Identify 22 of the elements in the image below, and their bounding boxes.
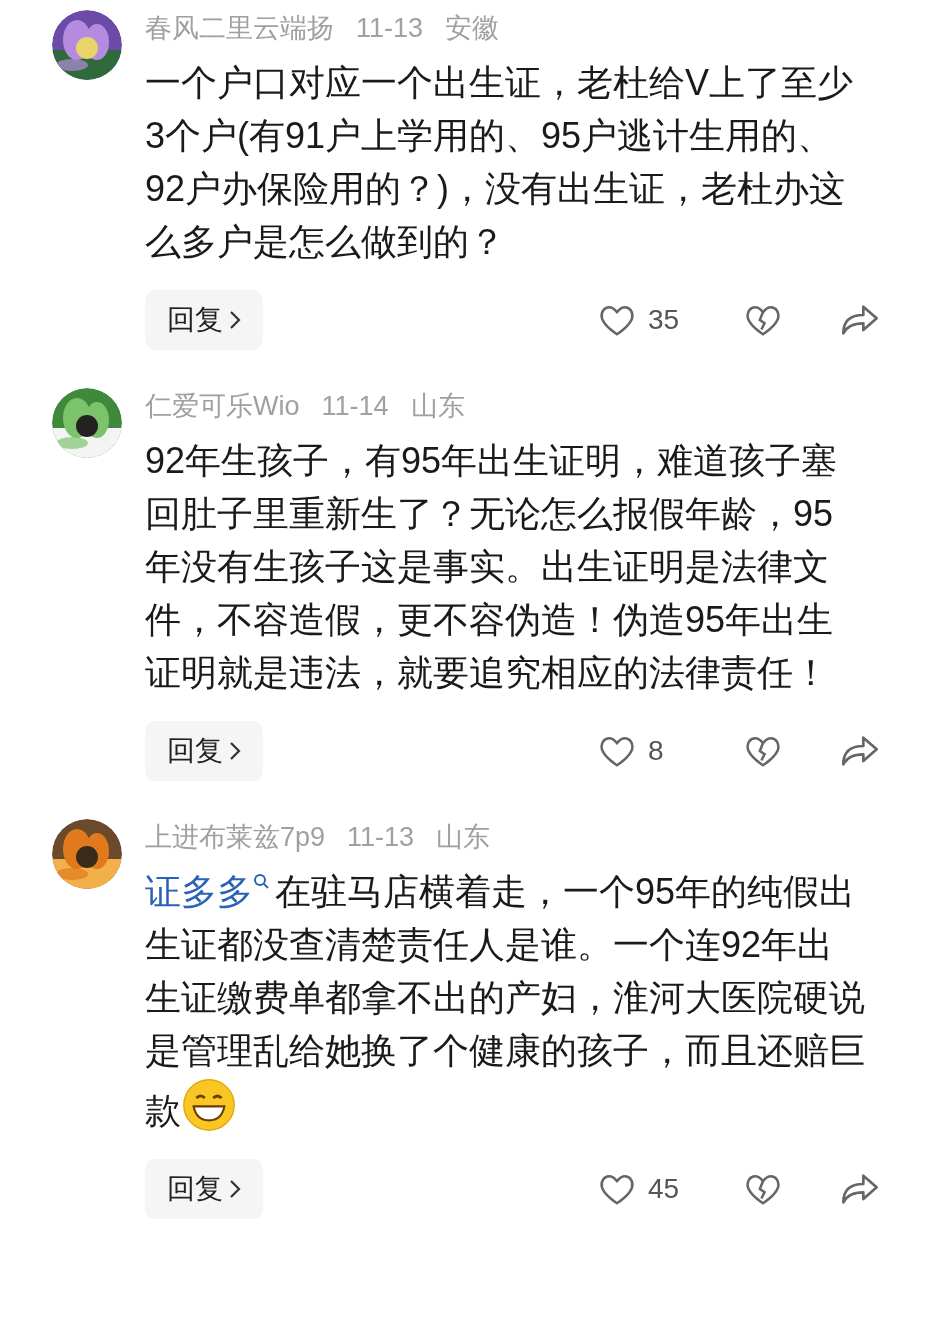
comment-text: 92年生孩子，有95年出生证明，难道孩子塞回肚子里重新生了？无论怎么报假年龄，95年没有生孩子这是事实。出生证明是法律文件，不容造假，更不容伪造！伪造95年出生证明就是违法，就要追究相应的法律责任！ xyxy=(145,439,839,695)
chevron-icon xyxy=(229,741,241,761)
comment-region: 山东 xyxy=(436,821,491,854)
comment-date: 11-13 xyxy=(356,12,424,45)
reply-button[interactable]: 回复 xyxy=(145,290,263,350)
like-count: 35 xyxy=(648,303,681,337)
comment-date: 11-13 xyxy=(347,821,415,854)
comment-text: 证多多 在驻马店横着走，一个95年的纯假出生证都没查清楚责任人是谁。一个连92年出生证缴费单都拿不出的产妇，淮河大医院硬说是管理乱给她换了个健康的孩子，而且还赔巨款 xyxy=(145,870,865,1135)
share-icon[interactable] xyxy=(840,734,880,768)
comment-text: 一个户口对应一个出生证，老杜给V上了至少3个户(有91户上学用的、95户逃计生用的、92户办保险用的？)，没有出生证，老杜办这么多户是怎么做到的？ xyxy=(145,61,854,264)
share-icon[interactable] xyxy=(840,1172,880,1206)
reply-button[interactable]: 回复 xyxy=(145,1159,263,1219)
comment-date: 11-14 xyxy=(321,390,389,423)
chevron-icon xyxy=(229,1179,241,1199)
reply-button[interactable]: 回复 xyxy=(145,721,263,781)
like-count: 45 xyxy=(648,1172,681,1206)
comment-region: 安徽 xyxy=(445,12,500,45)
comment-region: 山东 xyxy=(410,390,465,423)
chevron-icon xyxy=(229,310,241,330)
like-count: 8 xyxy=(648,734,665,768)
share-icon[interactable] xyxy=(840,303,880,337)
mention-link[interactable]: 证多多 xyxy=(145,871,269,912)
